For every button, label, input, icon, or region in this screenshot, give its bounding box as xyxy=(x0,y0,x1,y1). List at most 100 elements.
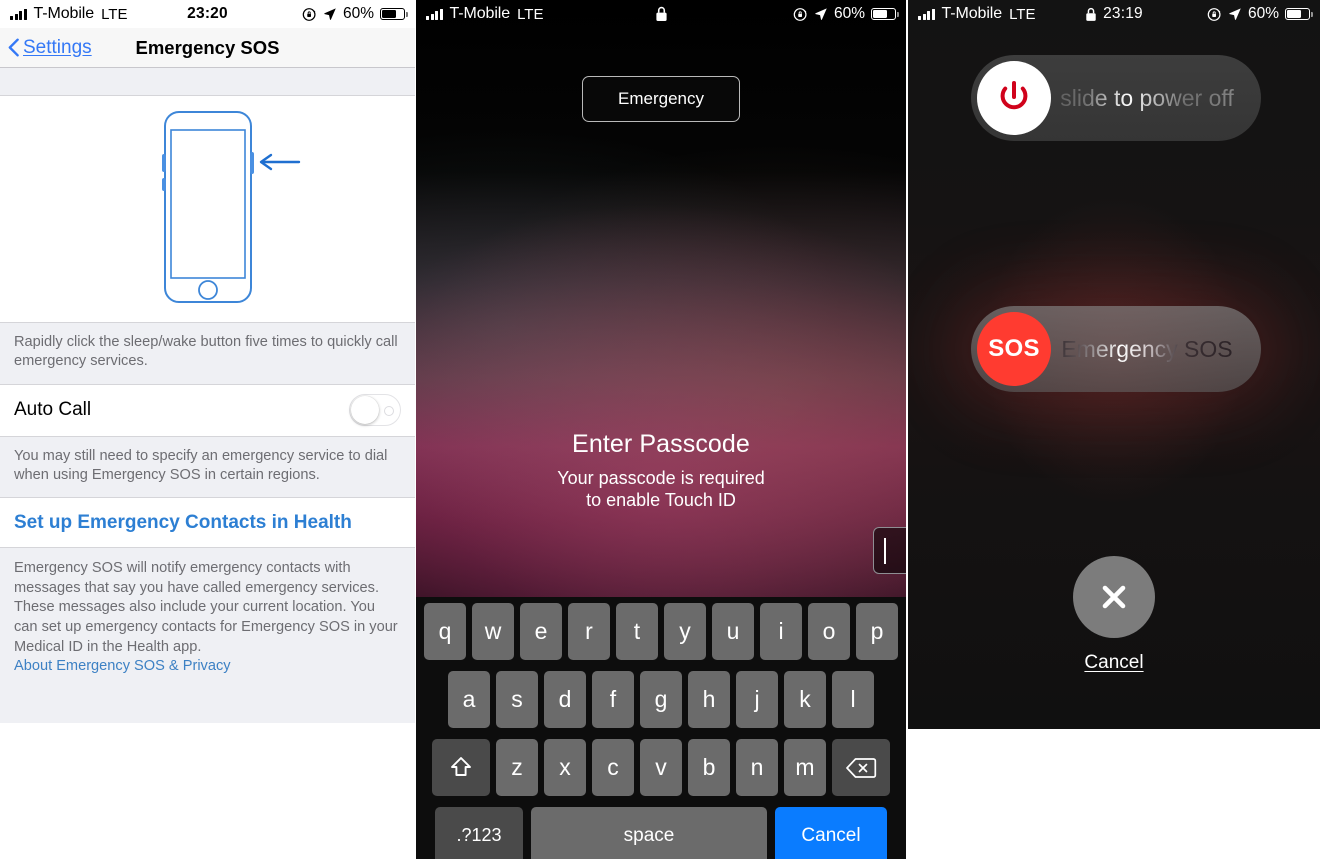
keyboard-row-4: .?123 space Cancel xyxy=(419,807,903,859)
emergency-sos-footer-note: Emergency SOS will notify emergency cont… xyxy=(0,548,415,723)
key-e[interactable]: e xyxy=(520,603,562,660)
auto-call-row[interactable]: Auto Call xyxy=(0,384,415,437)
panel-lock-screen-passcode: T-Mobile LTE 60% Emergency Enter Passcod… xyxy=(416,0,906,859)
slide-to-power-off-label: slide to power off xyxy=(1051,85,1255,112)
passcode-title: Enter Passcode xyxy=(572,430,750,458)
sos-knob-label: SOS xyxy=(988,335,1040,362)
key-c[interactable]: c xyxy=(592,739,634,796)
screenshot-root: T-Mobile LTE 23:20 60% Settings Emergenc… xyxy=(0,0,1320,859)
status-bar-right-group: 60% xyxy=(302,5,408,23)
key-g[interactable]: g xyxy=(640,671,682,728)
key-v[interactable]: v xyxy=(640,739,682,796)
backspace-icon[interactable] xyxy=(832,739,890,796)
signal-bars-icon xyxy=(918,8,935,20)
navigation-bar: Settings Emergency SOS xyxy=(0,28,415,68)
passcode-subtitle-line2: to enable Touch ID xyxy=(586,490,736,511)
illustration-caption: Rapidly click the sleep/wake button five… xyxy=(0,322,415,385)
numbers-key[interactable]: .?123 xyxy=(435,807,523,859)
status-bar-right-group: 60% xyxy=(1207,5,1313,23)
key-s[interactable]: s xyxy=(496,671,538,728)
lock-icon xyxy=(655,6,667,21)
key-i[interactable]: i xyxy=(760,603,802,660)
location-arrow-icon xyxy=(1229,8,1241,20)
key-z[interactable]: z xyxy=(496,739,538,796)
network-type-label: LTE xyxy=(1009,5,1036,23)
passcode-input[interactable] xyxy=(873,527,906,574)
key-w[interactable]: w xyxy=(472,603,514,660)
battery-percent-label: 60% xyxy=(342,5,374,22)
battery-percent-label: 60% xyxy=(833,5,865,22)
shift-icon[interactable] xyxy=(432,739,490,796)
key-y[interactable]: y xyxy=(664,603,706,660)
key-t[interactable]: t xyxy=(616,603,658,660)
auto-call-toggle[interactable] xyxy=(349,394,401,426)
location-arrow-icon xyxy=(324,8,336,20)
signal-bars-icon xyxy=(10,8,27,20)
key-f[interactable]: f xyxy=(592,671,634,728)
status-bar-left-group: T-Mobile LTE xyxy=(918,5,1035,23)
key-u[interactable]: u xyxy=(712,603,754,660)
cancel-label[interactable]: Cancel xyxy=(1084,652,1143,674)
battery-icon xyxy=(380,8,408,20)
clock-label: 23:20 xyxy=(187,5,228,22)
rotation-lock-icon xyxy=(1207,7,1221,21)
network-type-label: LTE xyxy=(517,5,544,23)
key-x[interactable]: x xyxy=(544,739,586,796)
key-m[interactable]: m xyxy=(784,739,826,796)
rotation-lock-icon xyxy=(793,7,807,21)
sos-slider-knob[interactable]: SOS xyxy=(977,312,1051,386)
clock-label: 23:19 xyxy=(1103,5,1143,22)
about-privacy-link[interactable]: About Emergency SOS & Privacy xyxy=(14,657,231,677)
keyboard-cancel-button[interactable]: Cancel xyxy=(775,807,887,859)
rotation-lock-icon xyxy=(302,7,316,21)
key-o[interactable]: o xyxy=(808,603,850,660)
setup-emergency-contacts-row[interactable]: Set up Emergency Contacts in Health xyxy=(0,498,415,548)
status-bar-left-group: T-Mobile LTE xyxy=(426,5,543,23)
status-bar-right-group: 60% xyxy=(793,5,899,23)
slide-to-power-off-slider[interactable]: slide to power off xyxy=(971,55,1261,141)
key-k[interactable]: k xyxy=(784,671,826,728)
battery-icon xyxy=(1285,8,1313,20)
key-r[interactable]: r xyxy=(568,603,610,660)
setup-emergency-contacts-label: Set up Emergency Contacts in Health xyxy=(14,511,352,533)
battery-icon xyxy=(871,8,899,20)
chevron-left-icon xyxy=(8,38,19,57)
auto-call-note: You may still need to specify an emergen… xyxy=(0,436,415,498)
key-h[interactable]: h xyxy=(688,671,730,728)
passcode-prompt: Enter Passcode Your passcode is required… xyxy=(416,430,906,511)
iphone-side-button-illustration xyxy=(161,111,300,303)
emergency-sos-label: Emergency SOS xyxy=(1051,336,1255,363)
emergency-sos-slider[interactable]: SOS Emergency SOS xyxy=(971,306,1261,392)
close-x-icon xyxy=(1102,585,1126,609)
key-a[interactable]: a xyxy=(448,671,490,728)
emergency-button[interactable]: Emergency xyxy=(582,76,740,122)
key-n[interactable]: n xyxy=(736,739,778,796)
key-p[interactable]: p xyxy=(856,603,898,660)
carrier-label: T-Mobile xyxy=(941,5,1003,22)
back-to-settings-button[interactable]: Settings xyxy=(0,37,92,59)
toggle-knob xyxy=(351,396,379,424)
footer-note-text: Emergency SOS will notify emergency cont… xyxy=(14,560,398,655)
keyboard-row-1: q w e r t y u i o p xyxy=(419,603,903,660)
key-l[interactable]: l xyxy=(832,671,874,728)
shift-arrow-icon xyxy=(451,756,471,776)
key-d[interactable]: d xyxy=(544,671,586,728)
space-key[interactable]: space xyxy=(531,807,767,859)
carrier-label: T-Mobile xyxy=(449,5,511,22)
illustration-container xyxy=(0,96,415,322)
key-j[interactable]: j xyxy=(736,671,778,728)
toggle-off-ring-icon xyxy=(384,406,394,416)
auto-call-label: Auto Call xyxy=(14,399,92,420)
back-button-label: Settings xyxy=(23,36,92,58)
battery-percent-label: 60% xyxy=(1247,5,1279,22)
signal-bars-icon xyxy=(426,8,443,20)
section-spacer xyxy=(0,68,415,96)
cancel-button[interactable] xyxy=(1073,556,1155,638)
carrier-label: T-Mobile xyxy=(33,5,95,22)
on-screen-keyboard: q w e r t y u i o p a s d f g h j k l z … xyxy=(416,597,906,859)
status-bar-left-group: T-Mobile LTE xyxy=(10,5,127,23)
key-b[interactable]: b xyxy=(688,739,730,796)
power-slider-knob[interactable] xyxy=(977,61,1051,135)
network-type-label: LTE xyxy=(101,5,128,23)
key-q[interactable]: q xyxy=(424,603,466,660)
